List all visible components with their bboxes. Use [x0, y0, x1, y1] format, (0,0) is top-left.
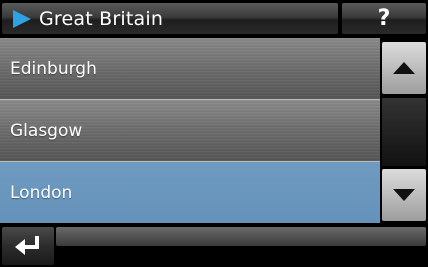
play-triangle-icon: [13, 9, 31, 28]
title-bar: Great Britain: [2, 3, 338, 34]
scroll-track[interactable]: [382, 98, 426, 166]
page-title: Great Britain: [39, 7, 164, 30]
back-button[interactable]: [2, 227, 54, 265]
list-item-label: London: [10, 182, 73, 203]
arrow-down-icon: [393, 189, 415, 201]
footer: [0, 225, 428, 267]
list-item[interactable]: Glasgow: [0, 100, 380, 162]
list-item-label: Edinburgh: [10, 58, 97, 79]
list-item[interactable]: Edinburgh: [0, 38, 380, 100]
arrow-up-icon: [393, 62, 415, 74]
scroll-down-button[interactable]: [382, 169, 426, 221]
return-arrow-icon: [15, 236, 39, 255]
help-button[interactable]: ?: [342, 3, 426, 34]
footer-bar: [56, 227, 426, 246]
city-list: Edinburgh Glasgow London: [0, 38, 380, 223]
scroll-up-button[interactable]: [382, 42, 426, 94]
list-item-selected[interactable]: London: [0, 162, 380, 223]
header: Great Britain ?: [0, 0, 428, 36]
scrollbar: [380, 38, 426, 223]
list-item-label: Glasgow: [10, 120, 83, 141]
